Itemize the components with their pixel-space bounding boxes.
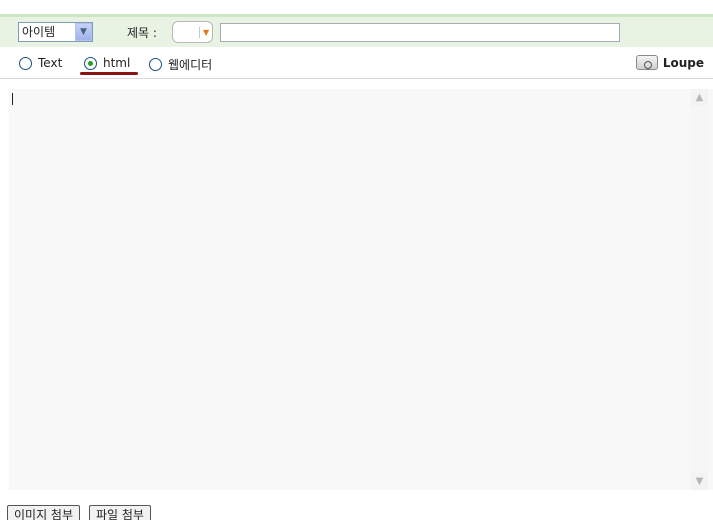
selection-underline-mark: [80, 72, 138, 75]
editor-mode-bar: Text html 웹에디터 Loupe: [0, 47, 713, 79]
attach-image-button[interactable]: 이미지 첨부: [7, 505, 81, 520]
category-select-value: 아이템: [22, 25, 56, 39]
radio-text[interactable]: [19, 56, 32, 70]
mode-label-text: Text: [38, 56, 63, 70]
title-color-picker[interactable]: ▼: [172, 21, 213, 43]
mode-label-html: html: [103, 56, 131, 70]
title-toolbar: 아이템 ▼ 제목 : ▼: [0, 14, 713, 47]
loupe-label: Loupe: [662, 55, 704, 70]
mode-label-web-editor: 웹에디터: [168, 58, 213, 72]
caret-down-icon[interactable]: ▼: [203, 28, 209, 37]
category-select[interactable]: 아이템 ▼: [18, 22, 93, 42]
mode-option-text[interactable]: Text: [19, 56, 62, 70]
content-textarea[interactable]: ▲ ▼: [9, 89, 713, 490]
mode-option-html[interactable]: html: [84, 56, 130, 70]
radio-html[interactable]: [84, 56, 97, 70]
text-cursor: [12, 93, 13, 105]
editor-scrollbar[interactable]: ▲ ▼: [691, 89, 708, 490]
scroll-down-icon[interactable]: ▼: [691, 473, 708, 490]
attach-file-button[interactable]: 파일 첨부: [89, 505, 151, 520]
radio-web-editor[interactable]: [149, 58, 162, 71]
loupe-button[interactable]: Loupe: [635, 55, 704, 70]
color-picker-divider: [199, 27, 200, 38]
chevron-down-icon[interactable]: ▼: [75, 23, 92, 41]
scroll-up-icon[interactable]: ▲: [691, 89, 708, 106]
mode-option-web-editor[interactable]: 웹에디터: [149, 56, 212, 73]
title-input[interactable]: [220, 23, 620, 42]
title-label: 제목 :: [127, 26, 157, 40]
loupe-icon[interactable]: [635, 55, 658, 70]
